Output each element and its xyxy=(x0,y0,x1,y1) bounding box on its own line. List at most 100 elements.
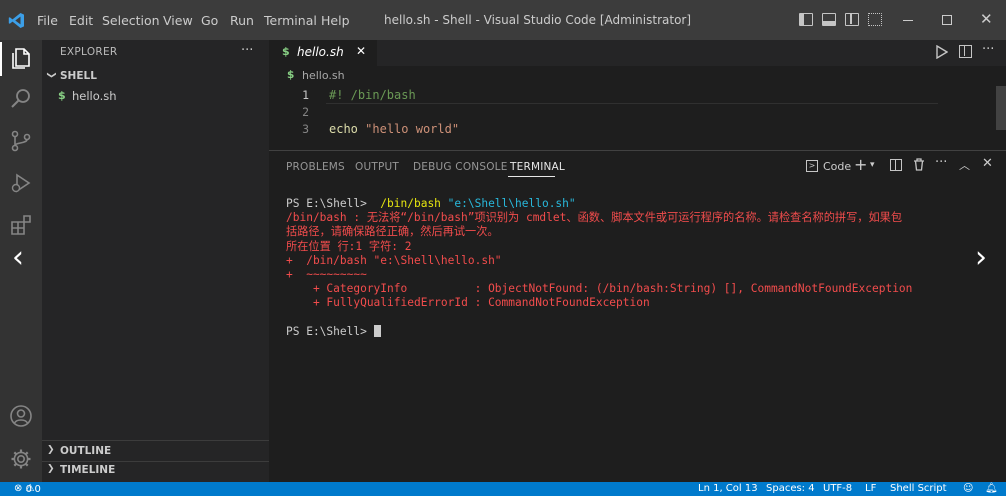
chevron-down-icon: ❯ xyxy=(45,71,56,79)
timeline-section[interactable]: ❯ TIMELINE xyxy=(42,464,269,480)
menu-selection[interactable]: Selection xyxy=(102,13,160,28)
search-icon[interactable] xyxy=(9,87,33,111)
encoding[interactable]: UTF-8 xyxy=(823,483,852,494)
shell-file-icon: $ xyxy=(282,45,290,58)
kill-terminal-trash-icon[interactable] xyxy=(913,158,925,171)
notifications-bell-icon[interactable]: 🔔︎ xyxy=(985,483,998,494)
terminal-output[interactable]: PS E:\Shell> /bin/bash "e:\Shell\hello.s… xyxy=(286,197,912,339)
terminal-error-line: + /bin/bash "e:\Shell\hello.sh" xyxy=(286,253,502,267)
minimize-icon[interactable] xyxy=(903,20,913,21)
tab-close-icon[interactable]: ✕ xyxy=(356,44,366,58)
run-file-icon[interactable] xyxy=(936,45,948,59)
tab-terminal[interactable]: TERMINAL xyxy=(510,161,565,173)
menu-file[interactable]: File xyxy=(37,13,58,28)
explorer-icon[interactable] xyxy=(9,46,33,70)
menu-run[interactable]: Run xyxy=(230,13,254,28)
split-terminal-icon[interactable] xyxy=(890,159,902,171)
tab-hello-sh[interactable]: $ hello.sh ✕ xyxy=(269,40,377,66)
editor-scrollbar[interactable] xyxy=(996,86,1006,130)
menu-edit[interactable]: Edit xyxy=(69,13,93,28)
keyword-echo: echo xyxy=(329,122,358,136)
terminal-error-line: /bin/bash : 无法将“/bin/bash”项识别为 cmdlet、函数… xyxy=(286,211,903,225)
outline-title: OUTLINE xyxy=(60,445,112,457)
customize-layout-icon[interactable] xyxy=(868,13,882,26)
menu-view[interactable]: View xyxy=(163,13,193,28)
end-of-line[interactable]: LF xyxy=(865,483,876,494)
language-mode[interactable]: Shell Script xyxy=(890,483,947,494)
terminal-cursor xyxy=(373,324,381,337)
settings-gear-icon[interactable] xyxy=(9,447,33,471)
close-window-icon[interactable]: ✕ xyxy=(980,10,993,28)
menu-terminal[interactable]: Terminal xyxy=(264,13,317,28)
terminal-error-line: + FullyQualifiedErrorId : CommandNotFoun… xyxy=(286,296,650,310)
maximize-panel-chevron-up-icon[interactable]: ︿ xyxy=(959,157,970,173)
cursor-position[interactable]: Ln 1, Col 13 xyxy=(698,483,758,494)
tab-problems[interactable]: PROBLEMS xyxy=(286,161,345,173)
breadcrumb[interactable]: hello.sh xyxy=(302,69,345,82)
file-item-hello-sh[interactable]: $ hello.sh xyxy=(42,88,269,106)
chevron-right-icon: ❯ xyxy=(47,445,55,455)
line-number: 3 xyxy=(302,122,309,136)
problems-status[interactable]: ⊗ 0 ⚠ 0 xyxy=(14,483,41,495)
window-title: hello.sh - Shell - Visual Studio Code [A… xyxy=(384,13,692,27)
title-bar: File Edit Selection View Go Run Terminal… xyxy=(0,0,1006,40)
extensions-icon[interactable] xyxy=(9,213,33,237)
chevron-down-icon[interactable]: ▾ xyxy=(870,160,875,170)
maximize-icon[interactable] xyxy=(942,15,952,25)
indentation[interactable]: Spaces: 4 xyxy=(766,483,815,494)
menu-go[interactable]: Go xyxy=(201,13,218,28)
toggle-panel-icon[interactable] xyxy=(822,13,836,26)
current-line-highlight xyxy=(326,103,938,104)
vscode-logo-icon xyxy=(8,13,24,28)
status-bar: ⊗ 0 ⚠ 0 Ln 1, Col 13 Spaces: 4 UTF-8 LF … xyxy=(0,482,1006,496)
file-name: hello.sh xyxy=(72,89,117,103)
terminal-error-line: 括路径，请确保路径正确，然后再试一次。 xyxy=(286,225,499,239)
line-number: 2 xyxy=(302,105,309,119)
terminal-error-line: + CategoryInfo : ObjectNotFound: (/bin/b… xyxy=(286,282,913,296)
line-number: 1 xyxy=(302,88,309,102)
tab-label: hello.sh xyxy=(297,45,344,59)
split-editor-icon[interactable] xyxy=(959,45,972,58)
code-line-1: #! /bin/bash xyxy=(329,88,416,102)
terminal-command: /bin/bash xyxy=(373,197,441,210)
terminal-prompt: PS E:\Shell> xyxy=(286,197,374,210)
terminal-error-line: 所在位置 行:1 字符: 2 xyxy=(286,239,412,253)
menu-help[interactable]: Help xyxy=(321,13,350,28)
editor-tab-bar: $ hello.sh ✕ ··· xyxy=(269,40,1006,66)
code-editor[interactable]: $ hello.sh 1 #! /bin/bash 2 3 echo "hell… xyxy=(269,66,1006,150)
folder-shell-section[interactable]: ❯ SHELL xyxy=(42,70,269,86)
new-terminal-icon[interactable]: + xyxy=(854,155,867,174)
error-count: 0 xyxy=(25,484,32,495)
panel-more-actions-icon[interactable]: ··· xyxy=(935,155,947,170)
breadcrumb-icon: $ xyxy=(287,69,295,81)
editor-more-actions-icon[interactable]: ··· xyxy=(982,42,994,57)
explorer-more-actions[interactable]: ··· xyxy=(241,43,253,58)
code-line-3: echo "hello world" xyxy=(329,122,459,136)
terminal-prompt: PS E:\Shell> xyxy=(286,324,374,338)
explorer-title: EXPLORER xyxy=(60,46,118,58)
previous-image-arrow-icon[interactable]: ‹ xyxy=(12,240,24,275)
close-panel-icon[interactable]: ✕ xyxy=(982,156,993,171)
folder-name: SHELL xyxy=(60,70,97,82)
accounts-icon[interactable] xyxy=(9,404,33,428)
toggle-primary-sidebar-icon[interactable] xyxy=(799,13,813,26)
tab-debug-console[interactable]: DEBUG CONSOLE xyxy=(413,161,508,173)
explorer-sidebar: EXPLORER ··· ❯ SHELL $ hello.sh ❯ OUTLIN… xyxy=(42,40,269,482)
active-indicator xyxy=(0,42,2,76)
feedback-icon[interactable]: ☺ xyxy=(963,483,973,494)
terminal-error-line: + ~~~~~~~~~ xyxy=(286,268,367,282)
outline-section[interactable]: ❯ OUTLINE xyxy=(42,445,269,461)
active-tab-underline xyxy=(508,176,555,177)
run-debug-icon[interactable] xyxy=(9,171,33,195)
timeline-title: TIMELINE xyxy=(60,464,116,476)
next-image-arrow-icon[interactable]: › xyxy=(975,240,987,275)
chevron-right-icon: ❯ xyxy=(47,464,55,474)
tab-output[interactable]: OUTPUT xyxy=(355,161,399,173)
terminal-icon: > xyxy=(806,160,818,172)
source-control-icon[interactable] xyxy=(9,129,33,153)
warning-count: 0 xyxy=(34,484,41,495)
string-literal: "hello world" xyxy=(365,122,460,136)
bottom-panel: PROBLEMS OUTPUT DEBUG CONSOLE TERMINAL >… xyxy=(269,150,1006,482)
toggle-secondary-sidebar-icon[interactable] xyxy=(845,13,859,26)
terminal-name[interactable]: Code xyxy=(823,160,851,173)
